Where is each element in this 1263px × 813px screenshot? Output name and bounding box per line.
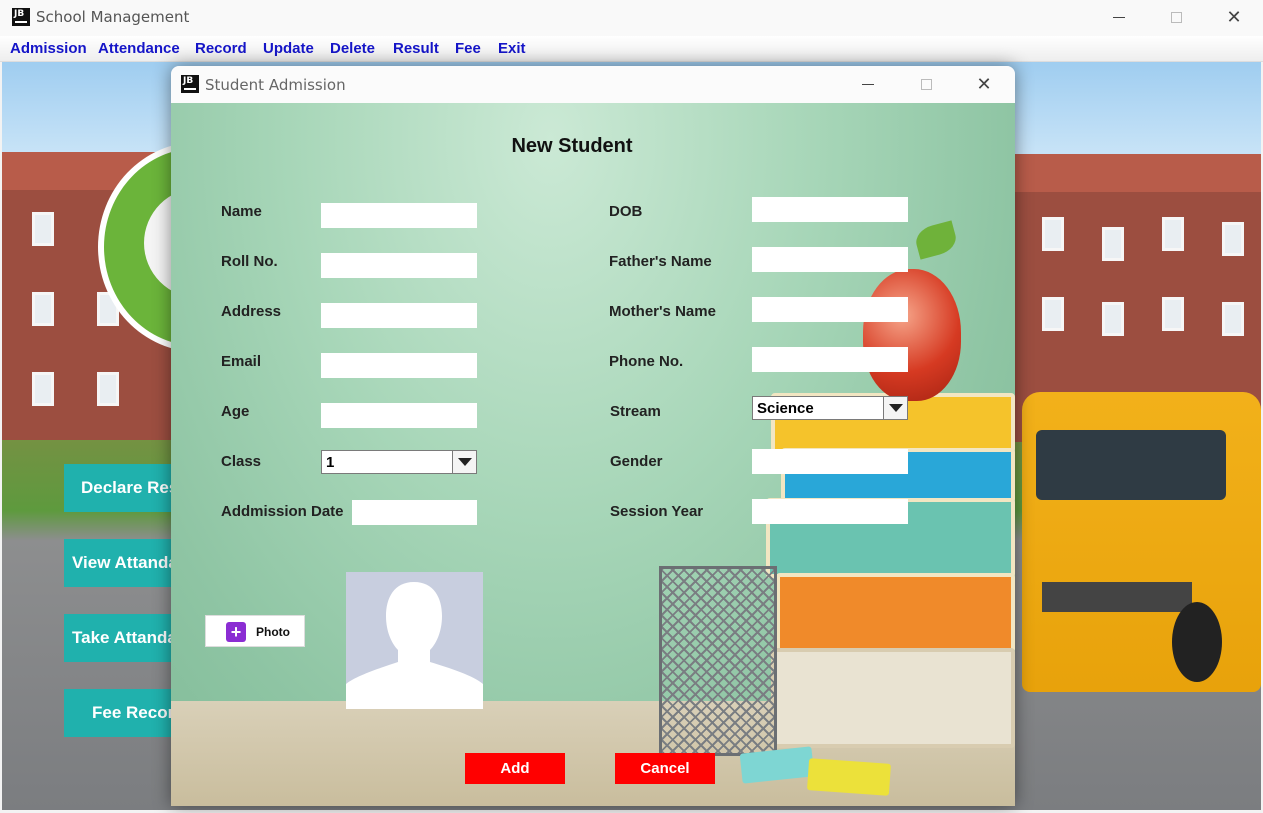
maximize-icon bbox=[920, 79, 932, 90]
menu-exit[interactable]: Exit bbox=[498, 40, 526, 57]
menu-fee[interactable]: Fee bbox=[455, 40, 481, 57]
building-window bbox=[1042, 217, 1064, 251]
minimize-button[interactable] bbox=[1090, 0, 1148, 34]
building-window bbox=[1042, 297, 1064, 331]
dob-label: DOB bbox=[609, 203, 643, 220]
menu-admission[interactable]: Admission bbox=[10, 40, 87, 57]
menu-update[interactable]: Update bbox=[263, 40, 314, 57]
name-label: Name bbox=[221, 203, 262, 220]
chevron-down-icon[interactable] bbox=[883, 397, 907, 419]
class-label: Class bbox=[221, 453, 262, 470]
apple-leaf-image bbox=[912, 220, 960, 260]
dialog-maximize-button[interactable] bbox=[897, 66, 955, 103]
pencil-cup-image bbox=[659, 566, 777, 756]
building-window bbox=[1102, 227, 1124, 261]
phone-no-label: Phone No. bbox=[609, 353, 684, 370]
building-window bbox=[1222, 222, 1244, 256]
plus-icon: + bbox=[226, 622, 246, 642]
name-input[interactable] bbox=[321, 203, 477, 228]
chevron-down-icon[interactable] bbox=[452, 451, 476, 473]
building-window bbox=[1162, 217, 1184, 251]
class-dropdown[interactable]: 1 bbox=[321, 450, 477, 474]
fee-record-label: Fee Record bbox=[92, 703, 185, 722]
session-year-input[interactable] bbox=[752, 499, 908, 524]
form-heading: New Student bbox=[511, 135, 633, 157]
phone-no-input[interactable] bbox=[752, 347, 908, 372]
address-label: Address bbox=[221, 303, 282, 320]
age-input[interactable] bbox=[321, 403, 477, 428]
menu-result[interactable]: Result bbox=[393, 40, 439, 57]
minimize-icon bbox=[1113, 16, 1125, 18]
dialog-titlebar: JB Student Admission ✕ bbox=[171, 66, 1015, 103]
add-button[interactable]: Add bbox=[465, 753, 565, 784]
maximize-icon bbox=[1170, 11, 1182, 23]
add-photo-button[interactable]: + Photo bbox=[205, 615, 305, 647]
building-window bbox=[1102, 302, 1124, 336]
building-window bbox=[32, 372, 54, 406]
roll-no-label: Roll No. bbox=[221, 253, 278, 270]
building-window bbox=[97, 372, 119, 406]
gender-label: Gender bbox=[610, 453, 663, 470]
building-window bbox=[1162, 297, 1184, 331]
menu-record[interactable]: Record bbox=[195, 40, 247, 57]
dialog-minimize-button[interactable] bbox=[839, 66, 897, 103]
dialog-close-button[interactable]: ✕ bbox=[955, 66, 1013, 103]
dialog-app-icon: JB bbox=[181, 75, 199, 93]
admission-date-label: Addmission Date bbox=[221, 503, 344, 520]
admission-date-input[interactable] bbox=[352, 500, 477, 525]
building-window bbox=[1222, 302, 1244, 336]
photo-button-label: Photo bbox=[256, 625, 290, 639]
age-label: Age bbox=[221, 403, 250, 420]
fathers-name-label: Father's Name bbox=[609, 253, 712, 270]
student-photo-placeholder bbox=[346, 572, 483, 709]
avatar-silhouette-icon bbox=[346, 582, 483, 709]
dialog-title: Student Admission bbox=[205, 76, 346, 94]
menu-bar: Admission Attendance Record Update Delet… bbox=[0, 36, 1263, 62]
close-icon: ✕ bbox=[1226, 6, 1242, 28]
stream-dropdown[interactable]: Science bbox=[752, 396, 908, 420]
building-window bbox=[32, 212, 54, 246]
roll-no-input[interactable] bbox=[321, 253, 477, 278]
email-label: Email bbox=[221, 353, 262, 370]
address-input[interactable] bbox=[321, 303, 477, 328]
main-window-title: School Management bbox=[36, 8, 190, 26]
building-roof-right bbox=[1014, 154, 1261, 194]
main-titlebar: JB School Management ✕ bbox=[0, 0, 1263, 36]
maximize-button[interactable] bbox=[1147, 0, 1205, 34]
dialog-body: New Student Name Roll No. Address Email … bbox=[171, 103, 1015, 806]
book-image bbox=[776, 573, 1015, 653]
cancel-button[interactable]: Cancel bbox=[615, 753, 715, 784]
minimize-icon bbox=[862, 84, 874, 85]
bus-windshield bbox=[1036, 430, 1226, 500]
fathers-name-input[interactable] bbox=[752, 247, 908, 272]
mothers-name-input[interactable] bbox=[752, 297, 908, 322]
school-bus-image bbox=[1022, 392, 1261, 692]
mothers-name-label: Mother's Name bbox=[609, 303, 716, 320]
eraser-image bbox=[806, 758, 892, 796]
book-image bbox=[771, 648, 1015, 748]
email-input[interactable] bbox=[321, 353, 477, 378]
menu-delete[interactable]: Delete bbox=[330, 40, 375, 57]
bus-wheel bbox=[1172, 602, 1222, 682]
dob-input[interactable] bbox=[752, 197, 908, 222]
student-admission-dialog: JB Student Admission ✕ New Student Name … bbox=[171, 66, 1015, 806]
gender-input[interactable] bbox=[752, 449, 908, 474]
apple-image bbox=[863, 269, 961, 401]
stream-selected-value: Science bbox=[757, 400, 814, 417]
stream-label: Stream bbox=[610, 403, 661, 420]
close-icon: ✕ bbox=[976, 74, 992, 95]
close-button[interactable]: ✕ bbox=[1205, 0, 1263, 34]
session-year-label: Session Year bbox=[610, 503, 704, 520]
class-selected-value: 1 bbox=[326, 454, 335, 471]
building-window bbox=[32, 292, 54, 326]
bus-grille bbox=[1042, 582, 1192, 612]
app-icon: JB bbox=[12, 8, 30, 26]
menu-attendance[interactable]: Attendance bbox=[98, 40, 180, 57]
